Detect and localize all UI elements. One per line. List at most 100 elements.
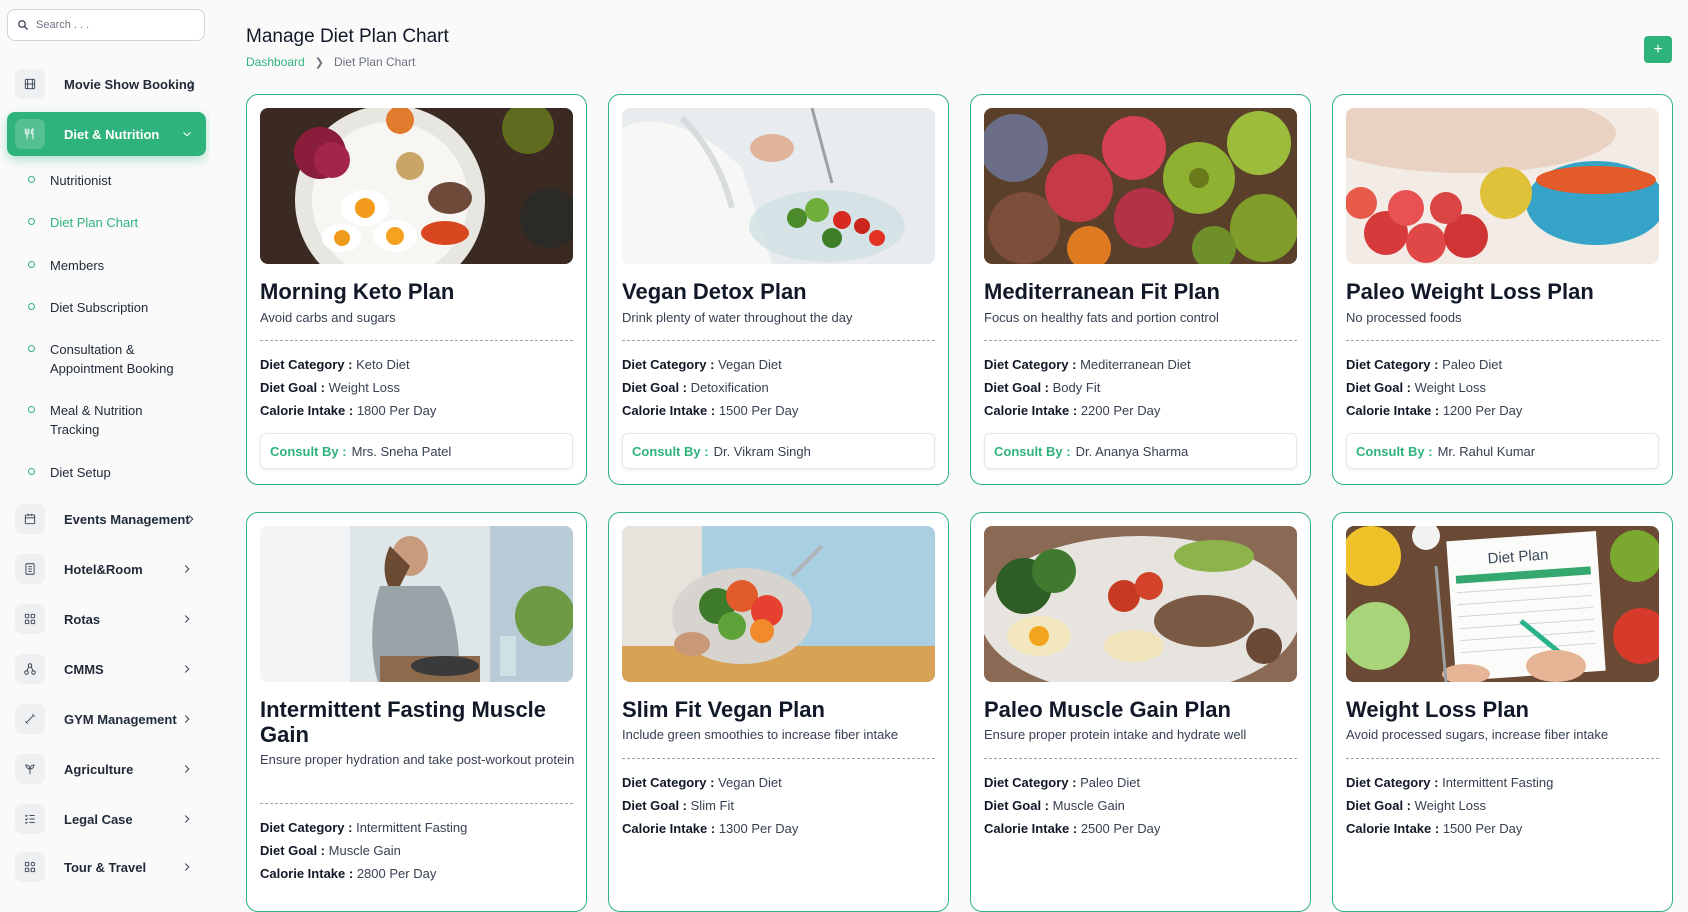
sidebar-item-movie-show-booking[interactable]: Movie Show Booking	[7, 62, 206, 106]
card-description: Avoid processed sugars, increase fiber i…	[1346, 727, 1609, 742]
calorie-intake-value: 1200 Per Day	[1442, 403, 1523, 418]
diet-goal-value: Slim Fit	[690, 798, 734, 813]
sidebar-item-events-management[interactable]: Events Management	[7, 497, 206, 541]
bullet-icon	[28, 218, 35, 225]
chevron-right-icon: ❯	[314, 56, 324, 69]
calorie-intake-label: Calorie Intake :	[984, 821, 1078, 836]
sidebar-item-gym-management[interactable]: GYM Management	[7, 697, 206, 741]
search-input[interactable]	[36, 19, 196, 31]
sidebar-item-agriculture[interactable]: Agriculture	[7, 747, 206, 791]
chevron-right-icon	[185, 77, 199, 91]
consult-by-label: Consult By :	[1356, 443, 1433, 459]
calorie-intake-label: Calorie Intake :	[622, 821, 716, 836]
card-divider	[622, 340, 935, 341]
sidebar-subitem-meal-tracking[interactable]: Meal & Nutrition Tracking	[28, 402, 168, 439]
diet-plan-card[interactable]: Paleo Weight Loss Plan No processed food…	[1332, 94, 1673, 485]
diet-category-label: Diet Category :	[984, 775, 1077, 790]
breadcrumb-dashboard-link[interactable]: Dashboard	[246, 55, 305, 69]
diet-plan-card[interactable]: Morning Keto Plan Avoid carbs and sugars…	[246, 94, 587, 485]
card-consult-by: Consult By : Mrs. Sneha Patel	[260, 433, 573, 469]
sidebar-item-cmms[interactable]: CMMS	[7, 647, 206, 691]
card-image	[984, 526, 1297, 682]
card-diet-goal: Diet Goal : Weight Loss	[1346, 380, 1486, 396]
card-diet-category: Diet Category : Intermittent Fasting	[260, 820, 467, 836]
sidebar-item-hotel-room[interactable]: Hotel&Room	[7, 547, 206, 591]
diet-category-label: Diet Category :	[260, 820, 353, 835]
card-divider	[260, 803, 573, 804]
diet-goal-value: Weight Loss	[328, 380, 400, 395]
card-diet-goal: Diet Goal : Slim Fit	[622, 798, 734, 814]
chevron-right-icon	[180, 860, 194, 874]
diet-category-value: Vegan Diet	[718, 775, 782, 790]
calorie-intake-value: 2500 Per Day	[1080, 821, 1161, 836]
sidebar-subitem-diet-setup[interactable]: Diet Setup	[28, 464, 203, 483]
bullet-icon	[28, 468, 35, 475]
plant-icon	[15, 754, 45, 784]
sidebar-subitem-diet-plan-chart[interactable]: Diet Plan Chart	[28, 214, 203, 233]
card-description: Ensure proper protein intake and hydrate…	[984, 727, 1247, 742]
sidebar-item-diet-nutrition[interactable]: Diet & Nutrition	[7, 112, 206, 156]
diet-category-label: Diet Category :	[1346, 357, 1439, 372]
chevron-right-icon	[184, 512, 198, 526]
diet-goal-label: Diet Goal :	[622, 798, 688, 813]
sidebar-item-rotas[interactable]: Rotas	[7, 597, 206, 641]
sidebar-item-legal-case[interactable]: Legal Case	[7, 797, 206, 841]
sidebar-subitem-nutritionist[interactable]: Nutritionist	[28, 172, 203, 191]
card-image	[260, 108, 573, 264]
card-diet-goal: Diet Goal : Body Fit	[984, 380, 1100, 396]
main-content: Manage Diet Plan Chart Dashboard ❯ Diet …	[210, 0, 1688, 912]
card-diet-goal: Diet Goal : Weight Loss	[1346, 798, 1486, 814]
sidebar-subitem-label: Nutritionist	[50, 173, 112, 188]
card-diet-goal: Diet Goal : Detoxification	[622, 380, 769, 396]
card-calorie-intake: Calorie Intake : 2500 Per Day	[984, 821, 1160, 837]
sidebar-subitem-consultation[interactable]: Consultation & Appointment Booking	[28, 341, 188, 378]
diet-goal-value: Muscle Gain	[1052, 798, 1125, 813]
card-diet-category: Diet Category : Paleo Diet	[1346, 357, 1502, 373]
diet-category-value: Intermittent Fasting	[356, 820, 468, 835]
card-title: Paleo Weight Loss Plan	[1346, 279, 1594, 304]
card-description: Avoid carbs and sugars	[260, 310, 396, 325]
calorie-intake-label: Calorie Intake :	[260, 403, 354, 418]
sidebar-subitem-members[interactable]: Members	[28, 257, 203, 276]
diet-plan-card[interactable]: Vegan Detox Plan Drink plenty of water t…	[608, 94, 949, 485]
diet-plan-card[interactable]: Diet Plan Weight Loss Plan Avoid process…	[1332, 512, 1673, 912]
film-icon	[15, 69, 45, 99]
diet-category-value: Paleo Diet	[1080, 775, 1141, 790]
network-icon	[15, 654, 45, 684]
page-title: Manage Diet Plan Chart	[246, 26, 449, 47]
diet-category-label: Diet Category :	[1346, 775, 1439, 790]
calendar-icon	[15, 504, 45, 534]
search-box	[7, 9, 205, 41]
add-button[interactable]: +	[1644, 36, 1672, 63]
diet-goal-value: Muscle Gain	[328, 843, 401, 858]
diet-plan-card[interactable]: Paleo Muscle Gain Plan Ensure proper pro…	[970, 512, 1311, 912]
building-icon	[15, 554, 45, 584]
sidebar-item-tour-travel[interactable]: Tour & Travel	[7, 845, 206, 889]
card-title: Slim Fit Vegan Plan	[622, 697, 825, 722]
diet-plan-card[interactable]: Mediterranean Fit Plan Focus on healthy …	[970, 94, 1311, 485]
sidebar-item-label: Events Management	[64, 511, 190, 527]
sidebar-item-label: Agriculture	[64, 761, 134, 777]
card-description: No processed foods	[1346, 310, 1462, 325]
sidebar-subitem-label: Diet Setup	[50, 465, 111, 480]
sidebar-subitem-label: Consultation & Appointment Booking	[50, 342, 174, 376]
card-image: Diet Plan	[1346, 526, 1659, 682]
sidebar-subitem-diet-subscription[interactable]: Diet Subscription	[28, 299, 203, 318]
sidebar-subitem-label: Diet Subscription	[50, 300, 149, 315]
card-divider	[1346, 758, 1659, 759]
grid-icon	[15, 604, 45, 634]
calorie-intake-value: 2800 Per Day	[356, 866, 437, 881]
diet-plan-card[interactable]: Slim Fit Vegan Plan Include green smooth…	[608, 512, 949, 912]
diet-plan-card[interactable]: Intermittent Fasting Muscle Gain Ensure …	[246, 512, 587, 912]
diet-category-value: Keto Diet	[356, 357, 410, 372]
list-check-icon	[15, 804, 45, 834]
card-consult-by: Consult By : Mr. Rahul Kumar	[1346, 433, 1659, 469]
diet-goal-label: Diet Goal :	[984, 798, 1050, 813]
diet-goal-value: Detoxification	[690, 380, 769, 395]
dumbbell-icon	[15, 704, 45, 734]
card-divider	[984, 758, 1297, 759]
consult-by-value: Mrs. Sneha Patel	[351, 443, 452, 459]
calorie-intake-label: Calorie Intake :	[984, 403, 1078, 418]
diet-category-label: Diet Category :	[260, 357, 353, 372]
card-description: Focus on healthy fats and portion contro…	[984, 310, 1219, 325]
